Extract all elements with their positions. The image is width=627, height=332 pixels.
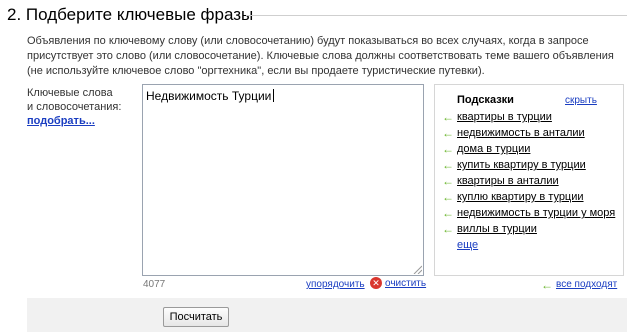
left-arrow-icon[interactable]: ← <box>541 279 553 291</box>
hint-item[interactable]: ← квартиры в турции <box>442 111 620 124</box>
left-arrow-icon[interactable]: ← <box>442 191 454 204</box>
pick-keywords-link[interactable]: подобрать... <box>27 114 137 128</box>
left-arrow-icon[interactable]: ← <box>442 127 454 140</box>
clear-control[interactable]: ✕ очистить <box>370 277 426 289</box>
left-arrow-icon[interactable]: ← <box>442 175 454 188</box>
hint-text[interactable]: квартиры в анталии <box>457 175 559 187</box>
section-description: Объявления по ключевому слову (или слово… <box>27 35 614 77</box>
hint-item[interactable]: ← недвижимость в анталии <box>442 127 620 140</box>
keywords-textarea-value: Недвижимость Турции <box>146 89 272 103</box>
hints-hide-link[interactable]: скрыть <box>565 95 597 106</box>
hint-text[interactable]: куплю квартиру в турции <box>457 191 584 203</box>
hint-text[interactable]: недвижимость в анталии <box>457 127 585 139</box>
hint-item[interactable]: ← виллы в турции <box>442 223 620 236</box>
left-arrow-icon[interactable]: ← <box>442 143 454 156</box>
char-counter: 4077 <box>143 279 166 290</box>
hint-item[interactable]: ← дома в турции <box>442 143 620 156</box>
hint-item[interactable]: ← купить квартиру в турции <box>442 159 620 172</box>
left-arrow-icon[interactable]: ← <box>442 207 454 220</box>
keywords-label: Ключевые слова и словосочетания: подобра… <box>27 86 137 128</box>
text-caret <box>273 89 275 102</box>
keywords-label-line2: и словосочетания: <box>27 101 122 113</box>
keywords-textarea[interactable]: Недвижимость Турции <box>142 84 424 276</box>
calculate-button[interactable]: Посчитать <box>163 307 229 327</box>
hint-item[interactable]: ← недвижимость в турции у моря <box>442 207 620 220</box>
clear-link[interactable]: очистить <box>385 278 426 289</box>
all-fit-control[interactable]: ← все подходят <box>541 279 617 291</box>
section-title: 2. Подберите ключевые фразы <box>7 5 254 24</box>
hints-more[interactable]: еще <box>442 239 620 251</box>
hint-text[interactable]: недвижимость в турции у моря <box>457 207 615 219</box>
keywords-label-line1: Ключевые слова <box>27 87 113 99</box>
left-arrow-icon[interactable]: ← <box>442 111 454 124</box>
hints-title: Подсказки <box>457 94 514 106</box>
hint-item[interactable]: ← квартиры в анталии <box>442 175 620 188</box>
left-arrow-icon[interactable]: ← <box>442 223 454 236</box>
hint-text[interactable]: дома в турции <box>457 143 530 155</box>
sort-link[interactable]: упорядочить <box>306 279 365 290</box>
left-arrow-icon[interactable]: ← <box>442 159 454 172</box>
all-fit-link[interactable]: все подходят <box>556 279 617 290</box>
hint-text[interactable]: купить квартиру в турции <box>457 159 586 171</box>
clear-x-icon[interactable]: ✕ <box>370 277 382 289</box>
resize-grip-icon[interactable] <box>412 264 422 274</box>
bottom-bar <box>27 298 627 332</box>
hint-item[interactable]: ← куплю квартиру в турции <box>442 191 620 204</box>
section-title-rule <box>246 15 627 16</box>
hint-text[interactable]: квартиры в турции <box>457 111 552 123</box>
hint-text[interactable]: виллы в турции <box>457 223 537 235</box>
hints-panel: Подсказки скрыть ← квартиры в турции ← нед… <box>434 84 624 276</box>
hints-list: ← квартиры в турции ← недвижимость в антал… <box>442 111 620 252</box>
